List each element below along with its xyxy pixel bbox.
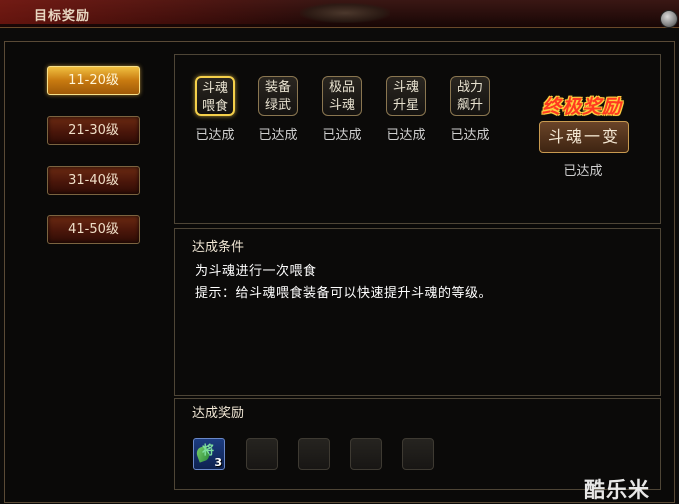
item-glyph: 将 bbox=[202, 443, 215, 457]
goal-status: 已达成 bbox=[322, 128, 362, 143]
goal-label: 绿武 bbox=[264, 98, 291, 113]
goal-label: 斗魂 bbox=[328, 98, 355, 113]
goal-feed-button[interactable]: 斗魂 喂食 bbox=[195, 76, 235, 116]
empty-reward-slot[interactable] bbox=[298, 438, 330, 470]
close-icon[interactable] bbox=[660, 10, 678, 28]
condition-text: 为斗魂进行一次喂食 bbox=[195, 264, 317, 279]
goal-label: 升星 bbox=[392, 98, 419, 113]
title-bar: 目标奖励 bbox=[0, 0, 679, 28]
empty-reward-slot[interactable] bbox=[350, 438, 382, 470]
reward-title: 达成奖励 bbox=[192, 406, 245, 421]
window-title: 目标奖励 bbox=[34, 9, 91, 24]
goal-power-button[interactable]: 战力 飙升 bbox=[450, 76, 490, 116]
watermark: 酷乐米 bbox=[584, 478, 650, 502]
goal-status: 已达成 bbox=[450, 128, 490, 143]
level-tab-31-40[interactable]: 31-40级 bbox=[47, 166, 140, 195]
level-tab-11-20[interactable]: 11-20级 bbox=[47, 66, 140, 95]
final-reward-status: 已达成 bbox=[563, 164, 603, 179]
condition-hint: 提示：给斗魂喂食装备可以快速提升斗魂的等级。 bbox=[195, 286, 493, 301]
goal-equip-button[interactable]: 装备 绿武 bbox=[258, 76, 298, 116]
goal-label: 装备 bbox=[264, 80, 291, 95]
goal-label: 极品 bbox=[328, 80, 355, 95]
goal-star-button[interactable]: 斗魂 升星 bbox=[386, 76, 426, 116]
final-reward-button[interactable]: 斗魂一变 bbox=[539, 121, 629, 153]
level-tab-21-30[interactable]: 21-30级 bbox=[47, 116, 140, 145]
goal-premium-button[interactable]: 极品 斗魂 bbox=[322, 76, 362, 116]
empty-reward-slot[interactable] bbox=[402, 438, 434, 470]
goal-label: 飙升 bbox=[456, 98, 483, 113]
final-reward-title: 终极奖励 bbox=[541, 96, 622, 118]
item-count: 3 bbox=[214, 456, 222, 469]
goal-status: 已达成 bbox=[258, 128, 298, 143]
goal-status: 已达成 bbox=[386, 128, 426, 143]
goal-label: 喂食 bbox=[201, 99, 228, 114]
condition-panel bbox=[174, 228, 661, 396]
goal-label: 战力 bbox=[456, 80, 483, 95]
level-tab-41-50[interactable]: 41-50级 bbox=[47, 215, 140, 244]
empty-reward-slot[interactable] bbox=[246, 438, 278, 470]
condition-title: 达成条件 bbox=[192, 240, 245, 255]
goal-label: 斗魂 bbox=[201, 81, 228, 96]
reward-item-slot[interactable]: 将 3 bbox=[193, 438, 225, 470]
goal-label: 斗魂 bbox=[392, 80, 419, 95]
goal-status: 已达成 bbox=[195, 128, 235, 143]
dragon-ornament-icon bbox=[300, 3, 390, 23]
